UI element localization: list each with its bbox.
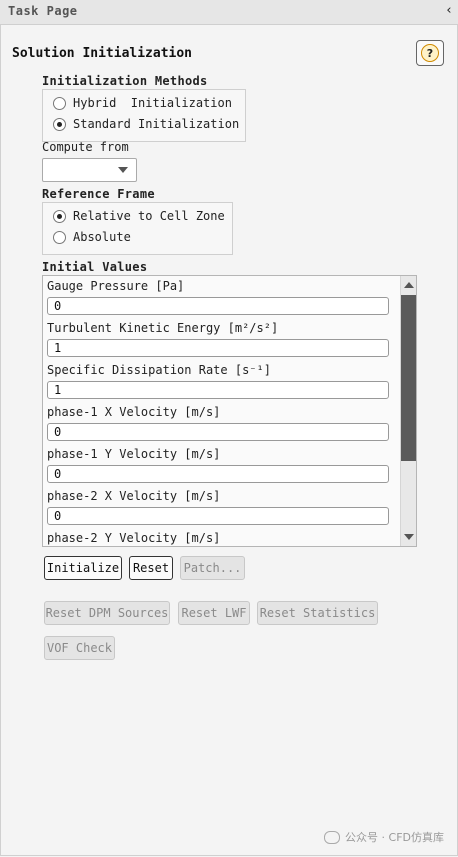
field-label: phase-2 X Velocity [m/s] <box>47 489 221 503</box>
list-item: Turbulent Kinetic Energy [m²/s²] 1 <box>43 318 400 360</box>
watermark: 公众号 · CFD仿真库 <box>324 829 444 845</box>
initial-values-list: Gauge Pressure [Pa] 0 Turbulent Kinetic … <box>42 275 417 547</box>
help-icon: ? <box>421 44 439 62</box>
specific-dissipation-rate-input[interactable]: 1 <box>47 381 389 399</box>
radio-relative-to-cell-zone[interactable]: Relative to Cell Zone <box>53 209 225 223</box>
radio-button-checked[interactable] <box>53 117 66 131</box>
radio-button-unchecked[interactable] <box>53 230 66 244</box>
radio-label: Absolute <box>73 230 131 244</box>
values-scrollbar[interactable] <box>400 276 416 546</box>
radio-button-unchecked[interactable] <box>53 96 66 110</box>
compute-from-dropdown[interactable] <box>42 158 137 182</box>
list-item: phase-2 X Velocity [m/s] 0 <box>43 486 400 528</box>
radio-hybrid-initialization[interactable]: Hybrid Initialization <box>53 96 232 110</box>
list-item: phase-2 Y Velocity [m/s] <box>43 528 400 546</box>
compute-from-label: Compute from <box>42 140 129 154</box>
radio-standard-initialization[interactable]: Standard Initialization <box>53 117 239 131</box>
arrow-down-icon[interactable] <box>404 534 414 540</box>
initial-values-label: Initial Values <box>42 260 148 274</box>
vof-check-button[interactable]: VOF Check <box>44 636 115 660</box>
field-label: phase-1 X Velocity [m/s] <box>47 405 221 419</box>
radio-label: Hybrid Initialization <box>73 96 232 110</box>
chevron-left-icon[interactable]: ‹ <box>445 3 453 18</box>
field-label: phase-1 Y Velocity [m/s] <box>47 447 221 461</box>
gauge-pressure-input[interactable]: 0 <box>47 297 389 315</box>
reference-frame-group: Relative to Cell Zone Absolute <box>42 202 233 255</box>
phase1-y-velocity-input[interactable]: 0 <box>47 465 389 483</box>
reference-frame-label: Reference Frame <box>42 187 155 201</box>
radio-label: Relative to Cell Zone <box>73 209 225 223</box>
list-item: Specific Dissipation Rate [s⁻¹] 1 <box>43 360 400 402</box>
phase2-x-velocity-input[interactable]: 0 <box>47 507 389 525</box>
field-label: Gauge Pressure [Pa] <box>47 279 185 293</box>
arrow-up-icon[interactable] <box>404 282 414 288</box>
help-button[interactable]: ? <box>416 40 444 66</box>
list-item: phase-1 X Velocity [m/s] 0 <box>43 402 400 444</box>
watermark-text: 公众号 · CFD仿真库 <box>345 831 444 844</box>
reset-statistics-button[interactable]: Reset Statistics <box>257 601 378 625</box>
field-label: phase-2 Y Velocity [m/s] <box>47 531 221 545</box>
init-methods-label: Initialization Methods <box>42 74 208 88</box>
chevron-down-icon <box>118 167 128 173</box>
radio-absolute[interactable]: Absolute <box>53 230 131 244</box>
list-item: phase-1 Y Velocity [m/s] 0 <box>43 444 400 486</box>
task-page-titlebar: Task Page ‹ <box>0 0 458 25</box>
radio-label: Standard Initialization <box>73 117 240 131</box>
initialize-button[interactable]: Initialize <box>44 556 122 580</box>
patch-button[interactable]: Patch... <box>180 556 245 580</box>
wechat-icon <box>324 830 341 844</box>
phase1-x-velocity-input[interactable]: 0 <box>47 423 389 441</box>
reset-lwf-button[interactable]: Reset LWF <box>178 601 250 625</box>
field-label: Specific Dissipation Rate [s⁻¹] <box>47 363 271 377</box>
reset-button[interactable]: Reset <box>129 556 173 580</box>
reset-dpm-sources-button[interactable]: Reset DPM Sources <box>44 601 170 625</box>
field-label: Turbulent Kinetic Energy [m²/s²] <box>47 321 279 335</box>
page-title: Solution Initialization <box>12 46 193 61</box>
init-methods-group: Hybrid Initialization Standard Initializ… <box>42 89 246 142</box>
list-item: Gauge Pressure [Pa] 0 <box>43 276 400 318</box>
turbulent-kinetic-energy-input[interactable]: 1 <box>47 339 389 357</box>
scrollbar-thumb[interactable] <box>401 295 416 461</box>
radio-button-checked[interactable] <box>53 209 66 223</box>
window-title: Task Page <box>8 4 78 18</box>
